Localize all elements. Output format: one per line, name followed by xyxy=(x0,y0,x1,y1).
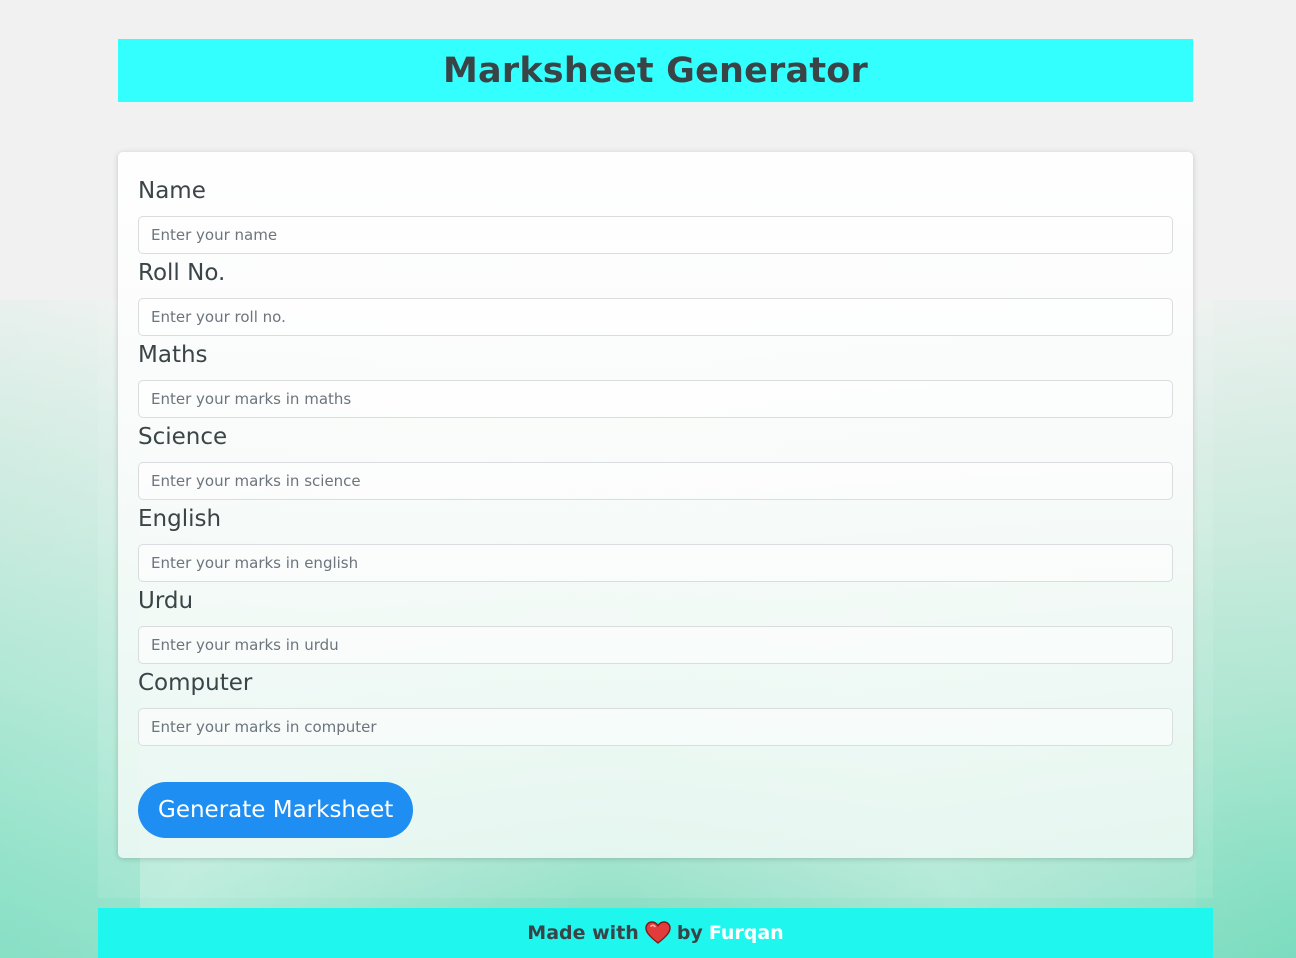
heart-icon xyxy=(645,921,671,945)
english-label: English xyxy=(138,506,222,532)
page-title: Marksheet Generator xyxy=(443,50,868,91)
footer-bar: Made with by Furqan xyxy=(98,908,1213,958)
roll-no-field-group: Roll No. xyxy=(138,258,1173,340)
english-field-group: English xyxy=(138,504,1173,586)
header-bar: Marksheet Generator xyxy=(118,39,1193,102)
maths-input[interactable] xyxy=(138,380,1173,418)
maths-label: Maths xyxy=(138,342,208,368)
science-field-group: Science xyxy=(138,422,1173,504)
computer-input[interactable] xyxy=(138,708,1173,746)
computer-field-group: Computer xyxy=(138,668,1173,750)
urdu-input[interactable] xyxy=(138,626,1173,664)
generate-marksheet-button[interactable]: Generate Marksheet xyxy=(138,782,414,838)
footer-made-with-text: Made with xyxy=(527,922,639,944)
roll-no-input[interactable] xyxy=(138,298,1173,336)
author-link[interactable]: Furqan xyxy=(709,922,784,944)
name-input[interactable] xyxy=(138,216,1173,254)
english-input[interactable] xyxy=(138,544,1173,582)
maths-field-group: Maths xyxy=(138,340,1173,422)
computer-label: Computer xyxy=(138,670,253,696)
marksheet-form: Name Roll No. Maths Science English Urdu… xyxy=(118,152,1193,858)
name-field-group: Name xyxy=(138,176,1173,258)
urdu-label: Urdu xyxy=(138,588,194,614)
urdu-field-group: Urdu xyxy=(138,586,1173,668)
science-input[interactable] xyxy=(138,462,1173,500)
footer-by-text: by xyxy=(676,922,703,944)
roll-no-label: Roll No. xyxy=(138,260,226,286)
name-label: Name xyxy=(138,178,206,204)
science-label: Science xyxy=(138,424,228,450)
